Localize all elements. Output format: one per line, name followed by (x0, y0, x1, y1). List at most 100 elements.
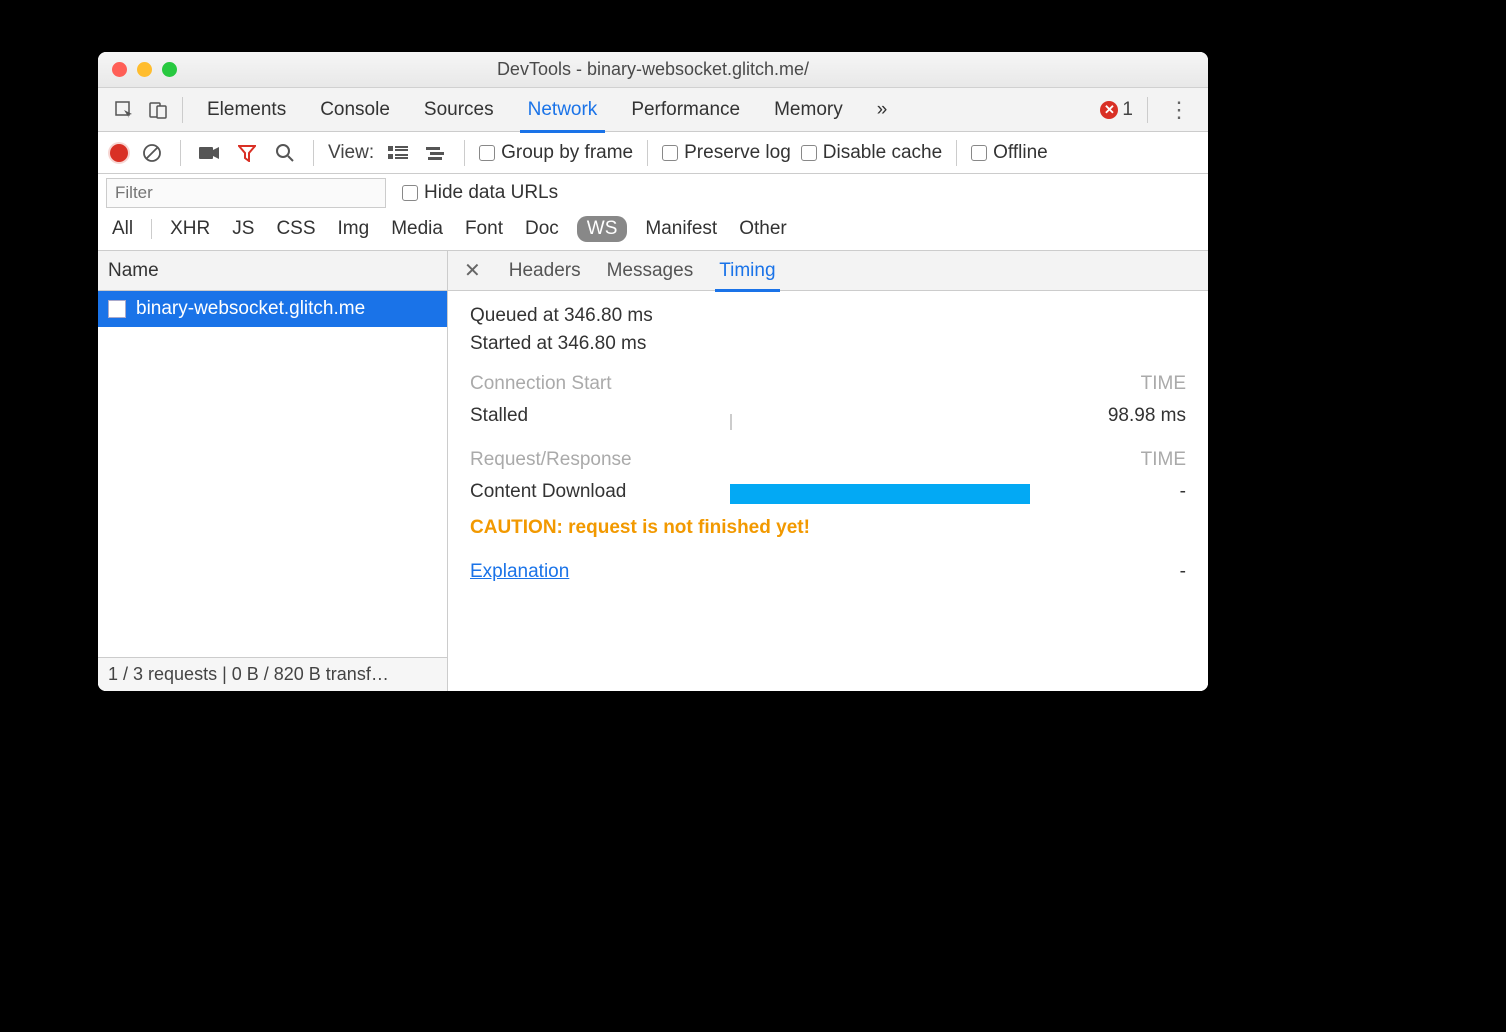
view-label: View: (328, 142, 374, 164)
request-name: binary-websocket.glitch.me (136, 298, 365, 320)
queued-text: Queued at 346.80 ms (470, 305, 1186, 327)
request-list: binary-websocket.glitch.me (98, 291, 447, 657)
type-media[interactable]: Media (387, 216, 447, 242)
clear-icon[interactable] (138, 139, 166, 167)
separator (180, 140, 181, 166)
detail-tabs: ✕ Headers Messages Timing (448, 251, 1208, 291)
checkbox-label: Hide data URLs (424, 182, 558, 204)
separator (464, 140, 465, 166)
stalled-value: 98.98 ms (1076, 405, 1186, 427)
section-label: Connection Start (470, 373, 612, 395)
type-ws[interactable]: WS (577, 216, 628, 242)
close-window-button[interactable] (112, 62, 127, 77)
stalled-row: Stalled 98.98 ms (470, 401, 1186, 431)
filter-row: Hide data URLs (98, 174, 1208, 212)
tab-memory[interactable]: Memory (760, 88, 857, 132)
maximize-window-button[interactable] (162, 62, 177, 77)
error-badge[interactable]: ✕ 1 (1100, 99, 1133, 121)
overflow-label: » (877, 99, 888, 121)
stalled-label: Stalled (470, 405, 730, 427)
inspect-element-icon[interactable] (110, 96, 138, 124)
separator (313, 140, 314, 166)
tab-console[interactable]: Console (306, 88, 404, 132)
network-toolbar: View: Group by frame Preserve log Disabl… (98, 132, 1208, 174)
tab-network[interactable]: Network (514, 88, 612, 132)
time-header: TIME (1141, 449, 1186, 471)
section-label: Request/Response (470, 449, 632, 471)
more-menu-icon[interactable]: ⋮ (1162, 97, 1196, 123)
caution-text: CAUTION: request is not finished yet! (470, 517, 1186, 539)
hide-data-urls-checkbox[interactable]: Hide data URLs (402, 182, 558, 204)
name-column-header[interactable]: Name (98, 251, 447, 291)
type-img[interactable]: Img (334, 216, 374, 242)
filter-input[interactable] (106, 178, 386, 208)
separator (956, 140, 957, 166)
disable-cache-checkbox[interactable]: Disable cache (801, 142, 942, 164)
type-manifest[interactable]: Manifest (641, 216, 721, 242)
large-rows-icon[interactable] (384, 139, 412, 167)
tab-label: Console (320, 99, 390, 121)
separator (1147, 97, 1148, 123)
download-bar (730, 482, 1076, 502)
minimize-window-button[interactable] (137, 62, 152, 77)
time-header: TIME (1141, 373, 1186, 395)
tab-headers[interactable]: Headers (505, 251, 585, 291)
explanation-row: Explanation - (470, 561, 1186, 583)
checkbox-icon (801, 145, 817, 161)
tab-label: Performance (631, 99, 740, 121)
separator (151, 219, 152, 239)
status-bar: 1 / 3 requests | 0 B / 820 B transf… (98, 657, 447, 691)
offline-checkbox[interactable]: Offline (971, 142, 1048, 164)
camera-icon[interactable] (195, 139, 223, 167)
tabs-overflow[interactable]: » (863, 88, 902, 132)
type-all[interactable]: All (108, 216, 137, 242)
stalled-bar (730, 406, 1076, 426)
search-icon[interactable] (271, 139, 299, 167)
titlebar: DevTools - binary-websocket.glitch.me/ (98, 52, 1208, 88)
request-row[interactable]: binary-websocket.glitch.me (98, 291, 447, 327)
tab-performance[interactable]: Performance (617, 88, 754, 132)
group-by-frame-checkbox[interactable]: Group by frame (479, 142, 633, 164)
type-js[interactable]: JS (228, 216, 258, 242)
type-doc[interactable]: Doc (521, 216, 563, 242)
network-body: Name binary-websocket.glitch.me 1 / 3 re… (98, 251, 1208, 691)
websocket-icon (108, 300, 126, 318)
tab-timing[interactable]: Timing (715, 251, 779, 291)
separator (182, 97, 183, 123)
checkbox-icon (402, 185, 418, 201)
close-detail-icon[interactable]: ✕ (458, 258, 487, 283)
type-other[interactable]: Other (735, 216, 791, 242)
traffic-lights (98, 62, 177, 77)
tab-elements[interactable]: Elements (193, 88, 300, 132)
tab-messages[interactable]: Messages (603, 251, 698, 291)
tab-label: Elements (207, 99, 286, 121)
preserve-log-checkbox[interactable]: Preserve log (662, 142, 791, 164)
tab-label: Sources (424, 99, 494, 121)
type-css[interactable]: CSS (272, 216, 319, 242)
type-filter-row: All XHR JS CSS Img Media Font Doc WS Man… (98, 212, 1208, 251)
started-text: Started at 346.80 ms (470, 333, 1186, 355)
type-xhr[interactable]: XHR (166, 216, 214, 242)
device-toolbar-icon[interactable] (144, 96, 172, 124)
error-icon: ✕ (1100, 101, 1118, 119)
request-detail-pane: ✕ Headers Messages Timing Queued at 346.… (448, 251, 1208, 691)
tab-label: Network (528, 99, 598, 121)
separator (647, 140, 648, 166)
checkbox-label: Preserve log (684, 142, 791, 164)
checkbox-label: Disable cache (823, 142, 942, 164)
filter-icon[interactable] (233, 139, 261, 167)
record-button[interactable] (110, 144, 128, 162)
tab-sources[interactable]: Sources (410, 88, 508, 132)
explanation-value: - (1180, 561, 1186, 583)
download-label: Content Download (470, 481, 730, 503)
checkbox-icon (479, 145, 495, 161)
checkbox-label: Group by frame (501, 142, 633, 164)
window-title: DevTools - binary-websocket.glitch.me/ (98, 59, 1208, 80)
content-download-row: Content Download - (470, 477, 1186, 507)
timing-panel: Queued at 346.80 ms Started at 346.80 ms… (448, 291, 1208, 691)
waterfall-view-icon[interactable] (422, 139, 450, 167)
error-count: 1 (1122, 99, 1133, 121)
main-tabs: Elements Console Sources Network Perform… (98, 88, 1208, 132)
explanation-link[interactable]: Explanation (470, 561, 569, 583)
type-font[interactable]: Font (461, 216, 507, 242)
